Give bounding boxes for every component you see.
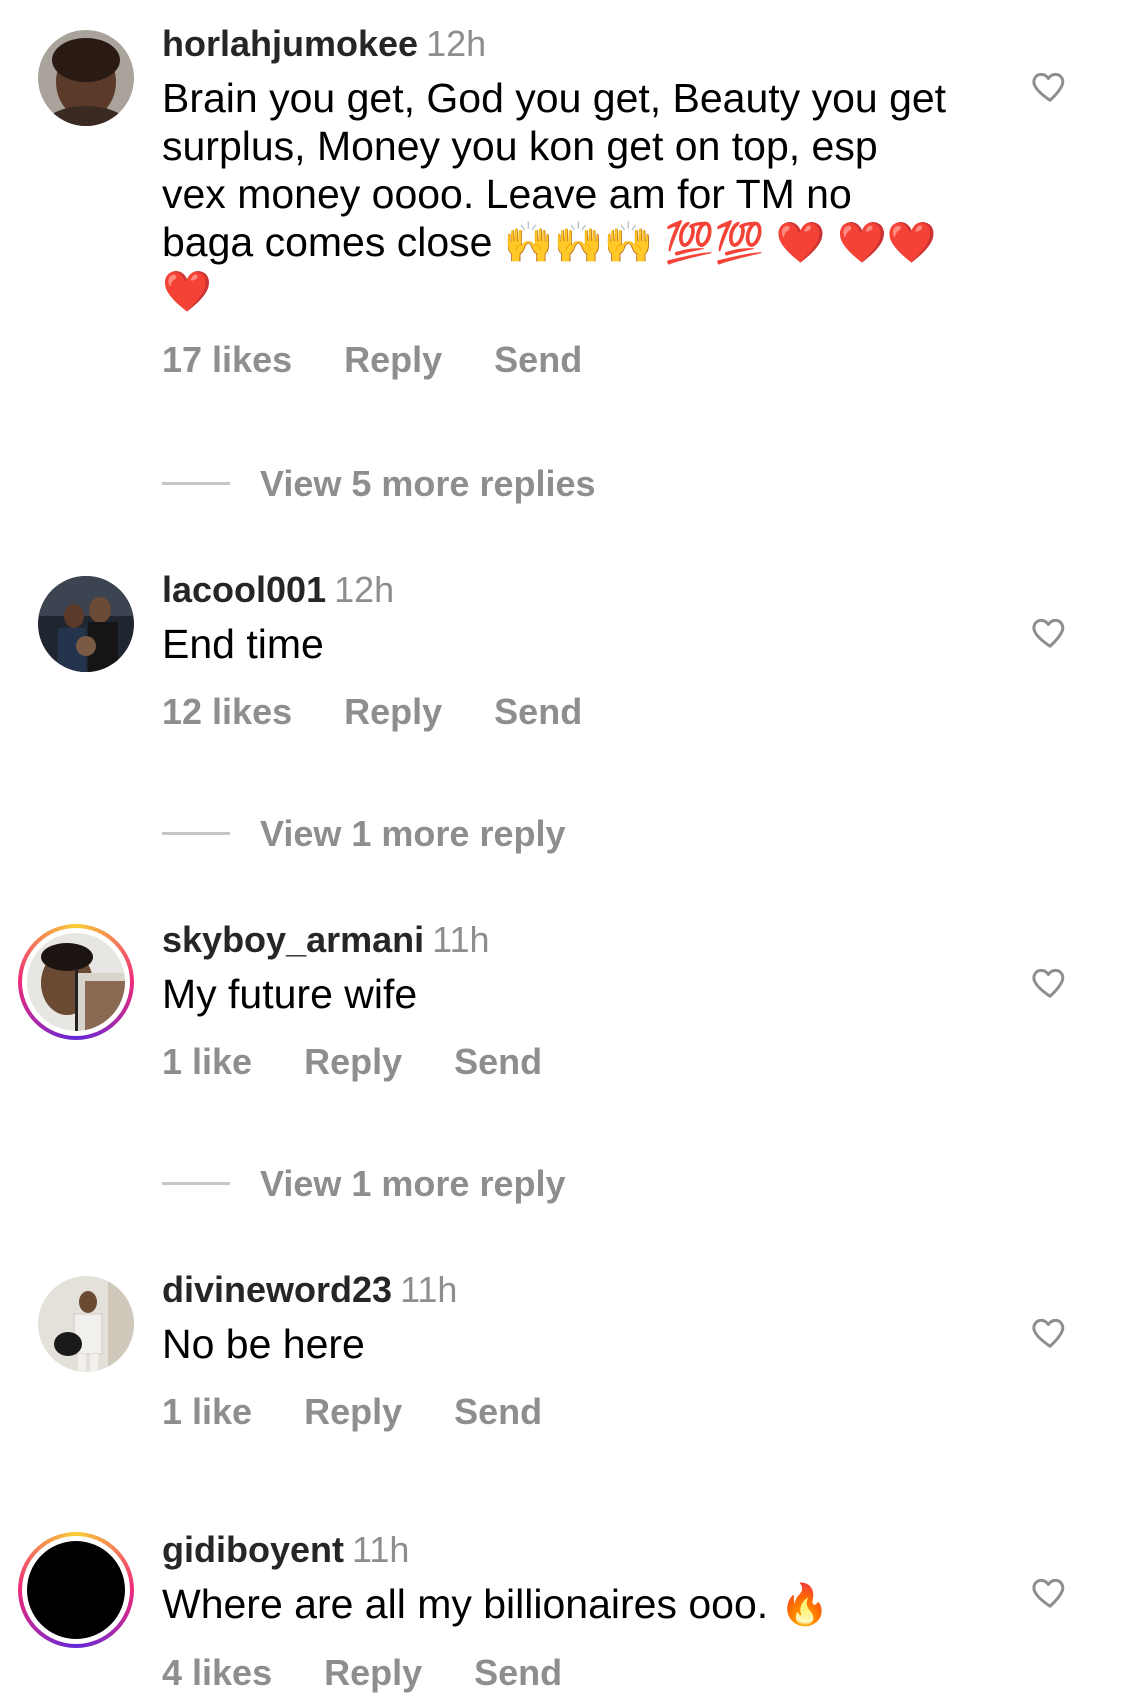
- avatar-with-story-ring[interactable]: [18, 1532, 134, 1648]
- timestamp: 12h: [426, 23, 487, 64]
- view-more-replies-label: View 1 more reply: [260, 1163, 566, 1204]
- comment-text: My future wife: [162, 971, 418, 1017]
- hundred-points-emoji: 💯: [714, 220, 765, 266]
- avatar-image: [38, 30, 134, 126]
- comment-body: Where are all my billionaires ooo.: [162, 1581, 769, 1627]
- comment-header: lacool001 12h: [162, 568, 962, 612]
- reply-button[interactable]: Reply: [344, 690, 442, 734]
- username[interactable]: lacool001: [162, 569, 326, 610]
- comment-actions: 17 likes Reply Send: [162, 338, 962, 382]
- raising-hands-emoji: 🙌: [503, 220, 554, 266]
- comment-actions: 1 like Reply Send: [162, 1390, 962, 1434]
- view-more-replies-button[interactable]: View 1 more reply: [162, 812, 566, 856]
- avatar-image: [27, 933, 125, 1031]
- red-heart-emoji: ❤️: [162, 269, 212, 315]
- heart-outline-icon[interactable]: [1030, 1572, 1070, 1612]
- comment-text: No be here: [162, 1321, 365, 1367]
- view-more-replies-label: View 1 more reply: [260, 813, 566, 854]
- likes-count[interactable]: 1 like: [162, 1040, 252, 1084]
- timestamp: 11h: [400, 1269, 458, 1310]
- reply-button[interactable]: Reply: [304, 1040, 402, 1084]
- comment-actions: 12 likes Reply Send: [162, 690, 962, 734]
- username[interactable]: skyboy_armani: [162, 919, 424, 960]
- avatar-image: [38, 576, 134, 672]
- likes-count[interactable]: 1 like: [162, 1390, 252, 1434]
- heart-outline-icon[interactable]: [1030, 962, 1070, 1002]
- replies-divider: [162, 1181, 230, 1185]
- story-ring-gap: [22, 1536, 130, 1644]
- view-more-replies-button[interactable]: View 5 more replies: [162, 462, 596, 506]
- red-heart-emoji: ❤️: [886, 220, 937, 266]
- red-heart-emoji: ❤️: [836, 220, 887, 266]
- reply-button[interactable]: Reply: [324, 1651, 422, 1695]
- comment-text: Where are all my billionaires ooo. 🔥: [162, 1580, 962, 1629]
- heart-outline-icon[interactable]: [1030, 612, 1070, 652]
- avatar: [27, 933, 125, 1031]
- username[interactable]: divineword23: [162, 1269, 392, 1310]
- send-button[interactable]: Send: [454, 1390, 542, 1434]
- avatar[interactable]: [38, 576, 134, 672]
- fire-emoji: 🔥: [779, 1582, 830, 1628]
- hundred-points-emoji: 💯: [664, 220, 715, 266]
- heart-outline-icon[interactable]: [1030, 66, 1070, 106]
- comment-actions: 1 like Reply Send: [162, 1040, 962, 1084]
- comment-text: End time: [162, 621, 324, 667]
- view-more-replies-label: View 5 more replies: [260, 463, 596, 504]
- comment-text: Brain you get, God you get, Beauty you g…: [162, 74, 952, 316]
- comment-header: horlahjumokee 12h: [162, 22, 962, 66]
- reply-button[interactable]: Reply: [304, 1390, 402, 1434]
- avatar-with-story-ring[interactable]: [18, 924, 134, 1040]
- comment-header: skyboy_armani 11h: [162, 918, 962, 962]
- username[interactable]: gidiboyent: [162, 1529, 344, 1570]
- timestamp: 12h: [334, 569, 395, 610]
- likes-count[interactable]: 17 likes: [162, 338, 292, 382]
- likes-count[interactable]: 4 likes: [162, 1651, 272, 1695]
- timestamp: 11h: [432, 919, 490, 960]
- replies-divider: [162, 481, 230, 485]
- raising-hands-emoji: 🙌: [553, 220, 604, 266]
- raising-hands-emoji: 🙌: [603, 220, 654, 266]
- timestamp: 11h: [352, 1529, 410, 1570]
- avatar: [27, 1541, 125, 1639]
- story-ring-gap: [22, 928, 130, 1036]
- comment-header: divineword23 11h: [162, 1268, 962, 1312]
- send-button[interactable]: Send: [494, 338, 582, 382]
- avatar[interactable]: [38, 30, 134, 126]
- heart-outline-icon[interactable]: [1030, 1312, 1070, 1352]
- comment-header: gidiboyent 11h: [162, 1528, 962, 1572]
- username[interactable]: horlahjumokee: [162, 23, 418, 64]
- avatar[interactable]: [38, 1276, 134, 1372]
- replies-divider: [162, 831, 230, 835]
- send-button[interactable]: Send: [494, 690, 582, 734]
- red-heart-emoji: ❤️: [775, 220, 826, 266]
- send-button[interactable]: Send: [474, 1651, 562, 1695]
- reply-button[interactable]: Reply: [344, 338, 442, 382]
- comment-actions: 4 likes Reply Send: [162, 1651, 962, 1695]
- avatar-image: [38, 1276, 134, 1372]
- send-button[interactable]: Send: [454, 1040, 542, 1084]
- view-more-replies-button[interactable]: View 1 more reply: [162, 1162, 566, 1206]
- likes-count[interactable]: 12 likes: [162, 690, 292, 734]
